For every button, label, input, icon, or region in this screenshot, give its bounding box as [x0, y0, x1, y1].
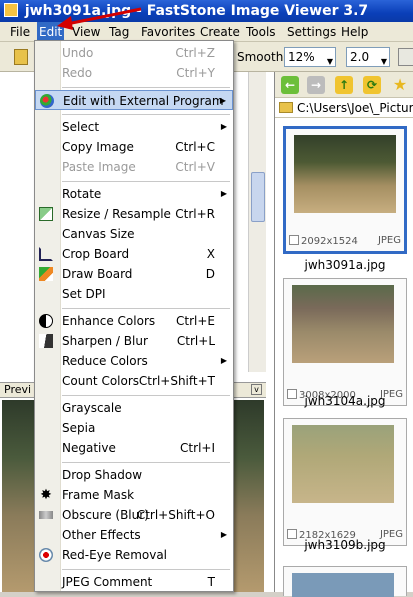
- menu-item-count-colors[interactable]: Count Colors Ctrl+Shift+T: [35, 371, 233, 391]
- crop-icon: [39, 247, 53, 261]
- external-program-icon: [40, 94, 54, 108]
- draw-icon: [39, 267, 53, 281]
- app-icon: [4, 3, 18, 17]
- menu-item-sepia[interactable]: Sepia: [35, 418, 233, 438]
- thumbnail-1[interactable]: 2092x1524 JPEG: [283, 126, 407, 254]
- enhance-icon: [39, 314, 53, 328]
- menu-item-draw-board[interactable]: Draw Board D: [35, 264, 233, 284]
- thumbnail-name: jwh3091a.jpg: [304, 258, 386, 272]
- menu-item-grayscale[interactable]: Grayscale: [35, 398, 233, 418]
- menu-separator: [62, 308, 230, 309]
- submenu-arrow-icon: ▶: [220, 189, 227, 198]
- menu-item-rotate[interactable]: Rotate ▶: [35, 184, 233, 204]
- menu-separator: [62, 114, 230, 115]
- menu-item-drop-shadow[interactable]: Drop Shadow: [35, 465, 233, 485]
- path-text: C:\Users\Joe\_Pictures: [297, 101, 413, 115]
- menu-item-sharpen-blur[interactable]: Sharpen / Blur Ctrl+L: [35, 331, 233, 351]
- smooth-label: Smooth: [237, 50, 284, 64]
- thumbnail-image: [294, 135, 396, 213]
- menu-settings[interactable]: Settings: [285, 22, 338, 42]
- toolbar-tag-icon[interactable]: [14, 49, 28, 65]
- menu-item-select[interactable]: Select ▶: [35, 117, 233, 137]
- thumbnail-3[interactable]: 2182x1629 JPEG: [283, 418, 407, 546]
- submenu-arrow-icon: ▶: [220, 122, 227, 131]
- obscure-icon: [39, 511, 53, 519]
- menu-create[interactable]: Create: [198, 22, 242, 42]
- menu-item-reduce-colors[interactable]: Reduce Colors ▶: [35, 351, 233, 371]
- submenu-arrow-icon: ▶: [220, 356, 227, 365]
- menu-tools[interactable]: Tools: [244, 22, 278, 42]
- menu-file[interactable]: File: [8, 22, 32, 42]
- menu-item-red-eye[interactable]: Red-Eye Removal: [35, 545, 233, 565]
- collapse-icon[interactable]: v: [251, 384, 262, 395]
- path-bar[interactable]: C:\Users\Joe\_Pictures: [275, 98, 413, 118]
- thumbnail-name: jwh3104a.jpg: [304, 394, 386, 408]
- menu-item-jpeg-comment[interactable]: JPEG Comment T: [35, 572, 233, 591]
- vertical-scrollbar[interactable]: [248, 72, 266, 372]
- thumbnail-name: jwh3109b.jpg: [304, 538, 386, 552]
- edit-menu: Undo Ctrl+Z Redo Ctrl+Y Edit with External…: [34, 40, 234, 592]
- menu-separator: [62, 181, 230, 182]
- checkbox[interactable]: [289, 235, 299, 245]
- menu-item-crop-board[interactable]: Crop Board X: [35, 244, 233, 264]
- menu-item-edit-external[interactable]: Edit with External Program ▶: [35, 90, 233, 110]
- scale-select[interactable]: 2.0 ▼: [346, 47, 390, 67]
- refresh-icon[interactable]: ⟳: [363, 76, 381, 94]
- thumbnail-image: [292, 573, 394, 597]
- menu-separator: [62, 569, 230, 570]
- menu-favorites[interactable]: Favorites: [139, 22, 197, 42]
- menu-item-resize[interactable]: Resize / Resample Ctrl+R: [35, 204, 233, 224]
- toolbar-extra-button[interactable]: [398, 48, 413, 66]
- chevron-down-icon: ▼: [380, 57, 387, 66]
- thumbnail-image: [292, 285, 394, 363]
- menu-item-other-effects[interactable]: Other Effects ▶: [35, 525, 233, 545]
- menu-help[interactable]: Help: [339, 22, 370, 42]
- folder-icon: [279, 102, 293, 113]
- menu-item-undo[interactable]: Undo Ctrl+Z: [35, 43, 233, 63]
- thumbnail-pane: ← → ↑ ⟳ ★ C:\Users\Joe\_Pictures 2092x15…: [275, 72, 413, 597]
- frame-mask-icon: ✸: [40, 487, 52, 503]
- menu-item-canvas-size[interactable]: Canvas Size: [35, 224, 233, 244]
- menu-item-paste-image[interactable]: Paste Image Ctrl+V: [35, 157, 233, 177]
- red-arrow-annotation-icon: [57, 7, 142, 30]
- menu-item-copy-image[interactable]: Copy Image Ctrl+C: [35, 137, 233, 157]
- browser-toolbar: ← → ↑ ⟳ ★: [275, 72, 413, 98]
- submenu-arrow-icon: ▶: [219, 96, 226, 105]
- back-arrow-icon[interactable]: ←: [281, 76, 299, 94]
- thumbnail-2[interactable]: 3008x2000 JPEG: [283, 278, 407, 406]
- menu-item-set-dpi[interactable]: Set DPI: [35, 284, 233, 304]
- submenu-arrow-icon: ▶: [220, 530, 227, 539]
- forward-arrow-icon[interactable]: →: [307, 76, 325, 94]
- menu-item-frame-mask[interactable]: ✸ Frame Mask: [35, 485, 233, 505]
- preview-label: Previ: [4, 383, 32, 396]
- thumbnail-image: [292, 425, 394, 503]
- chevron-down-icon: ▼: [326, 57, 333, 66]
- menu-item-obscure[interactable]: Obscure (Blur) Ctrl+Shift+O: [35, 505, 233, 525]
- favorite-star-icon[interactable]: ★: [391, 76, 409, 94]
- menu-item-redo[interactable]: Redo Ctrl+Y: [35, 63, 233, 83]
- menu-item-enhance-colors[interactable]: Enhance Colors Ctrl+E: [35, 311, 233, 331]
- menu-separator: [62, 462, 230, 463]
- resize-icon: [39, 207, 53, 221]
- menu-item-negative[interactable]: Negative Ctrl+I: [35, 438, 233, 458]
- zoom-select[interactable]: 12% ▼: [284, 47, 336, 67]
- red-eye-icon: [39, 548, 53, 562]
- menu-separator: [62, 395, 230, 396]
- menu-separator: [62, 87, 230, 88]
- up-folder-icon[interactable]: ↑: [335, 76, 353, 94]
- thumbnail-meta: 2092x1524 JPEG: [289, 235, 401, 249]
- scrollbar-thumb[interactable]: [251, 172, 265, 222]
- sharpen-icon: [39, 334, 53, 348]
